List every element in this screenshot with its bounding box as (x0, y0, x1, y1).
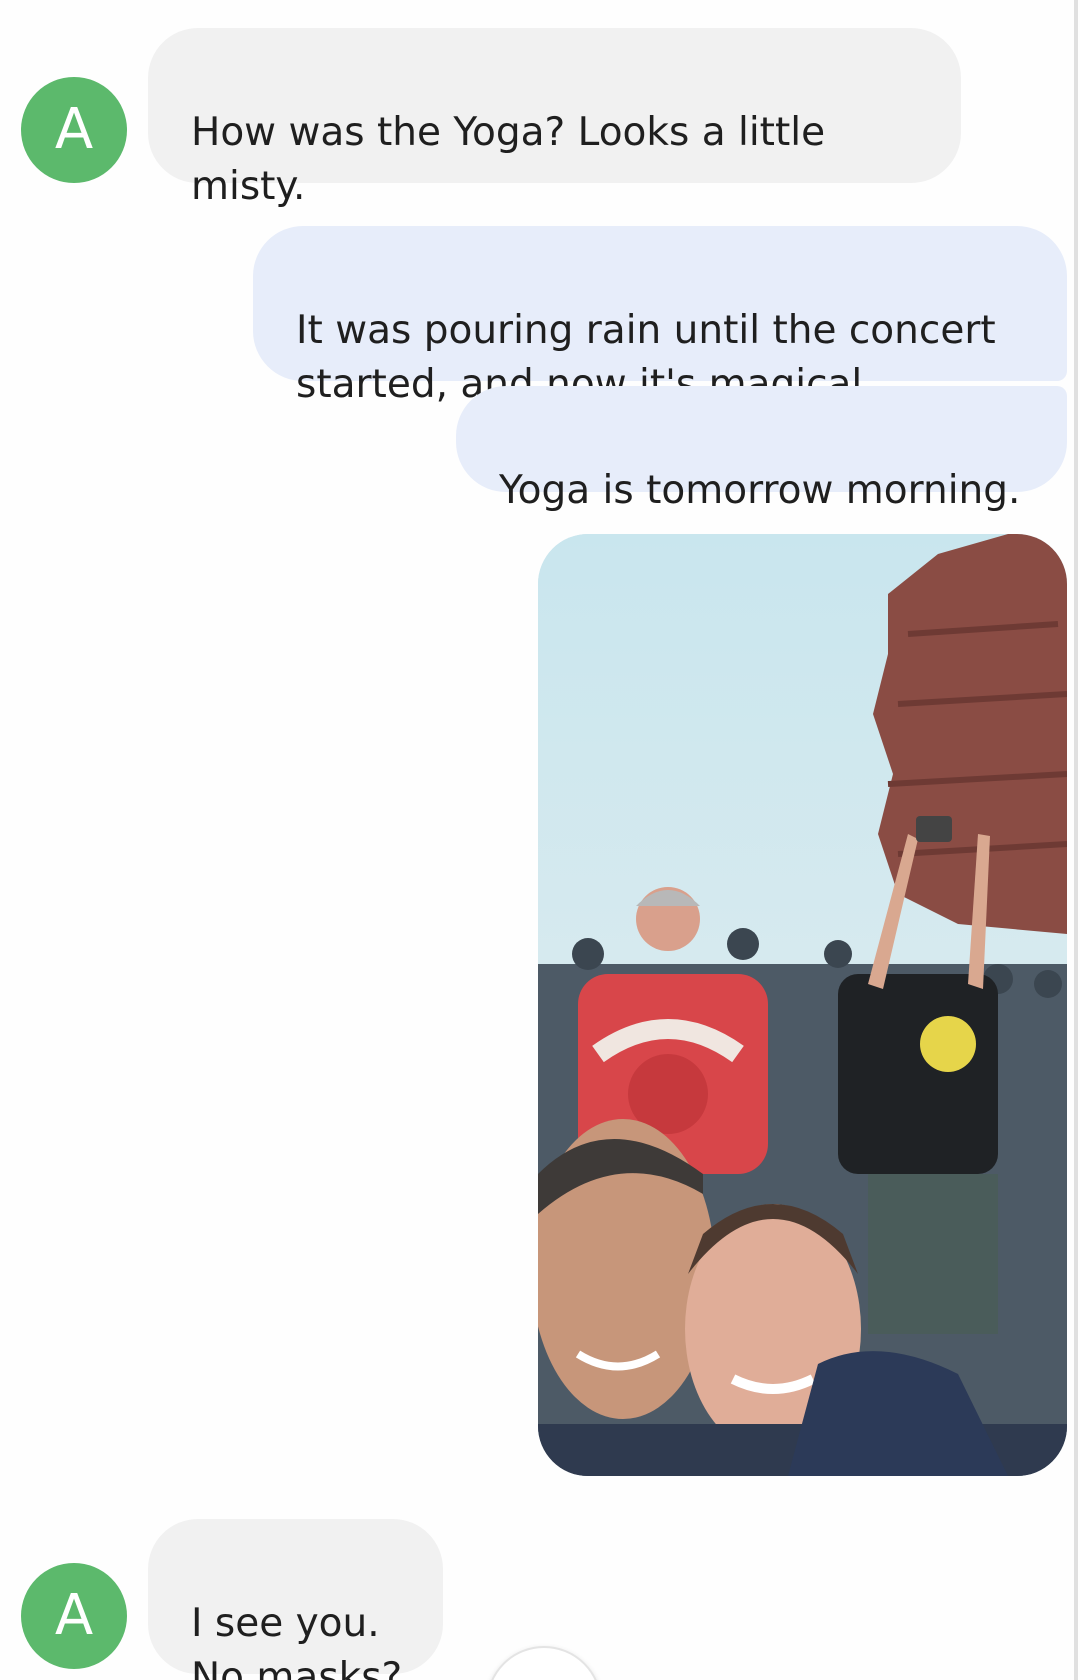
contact-avatar[interactable]: A (21, 77, 127, 183)
message-text: Yoga is tomorrow morning. (499, 468, 1021, 513)
message-photo[interactable] (538, 534, 1067, 1476)
scrollbar[interactable] (1074, 0, 1078, 1680)
scroll-to-bottom-button[interactable] (486, 1646, 602, 1680)
contact-avatar[interactable]: A (21, 1563, 127, 1669)
conversation-view[interactable]: A How was the Yoga? Looks a little misty… (0, 0, 1080, 1680)
message-bubble-incoming[interactable]: How was the Yoga? Looks a little misty. (148, 28, 961, 209)
message-text: I see you. No masks? (191, 1601, 403, 1680)
avatar-initial: A (54, 96, 94, 162)
message-bubble-outgoing[interactable]: Yoga is tomorrow morning. (456, 386, 1067, 513)
message-bubble-incoming[interactable]: I see you. No masks? (148, 1519, 443, 1680)
message-bubble-outgoing[interactable]: It was pouring rain until the concert st… (253, 226, 1067, 407)
photo-image (538, 534, 1067, 1476)
message-text: How was the Yoga? Looks a little misty. (191, 110, 826, 209)
avatar-initial: A (54, 1582, 94, 1648)
